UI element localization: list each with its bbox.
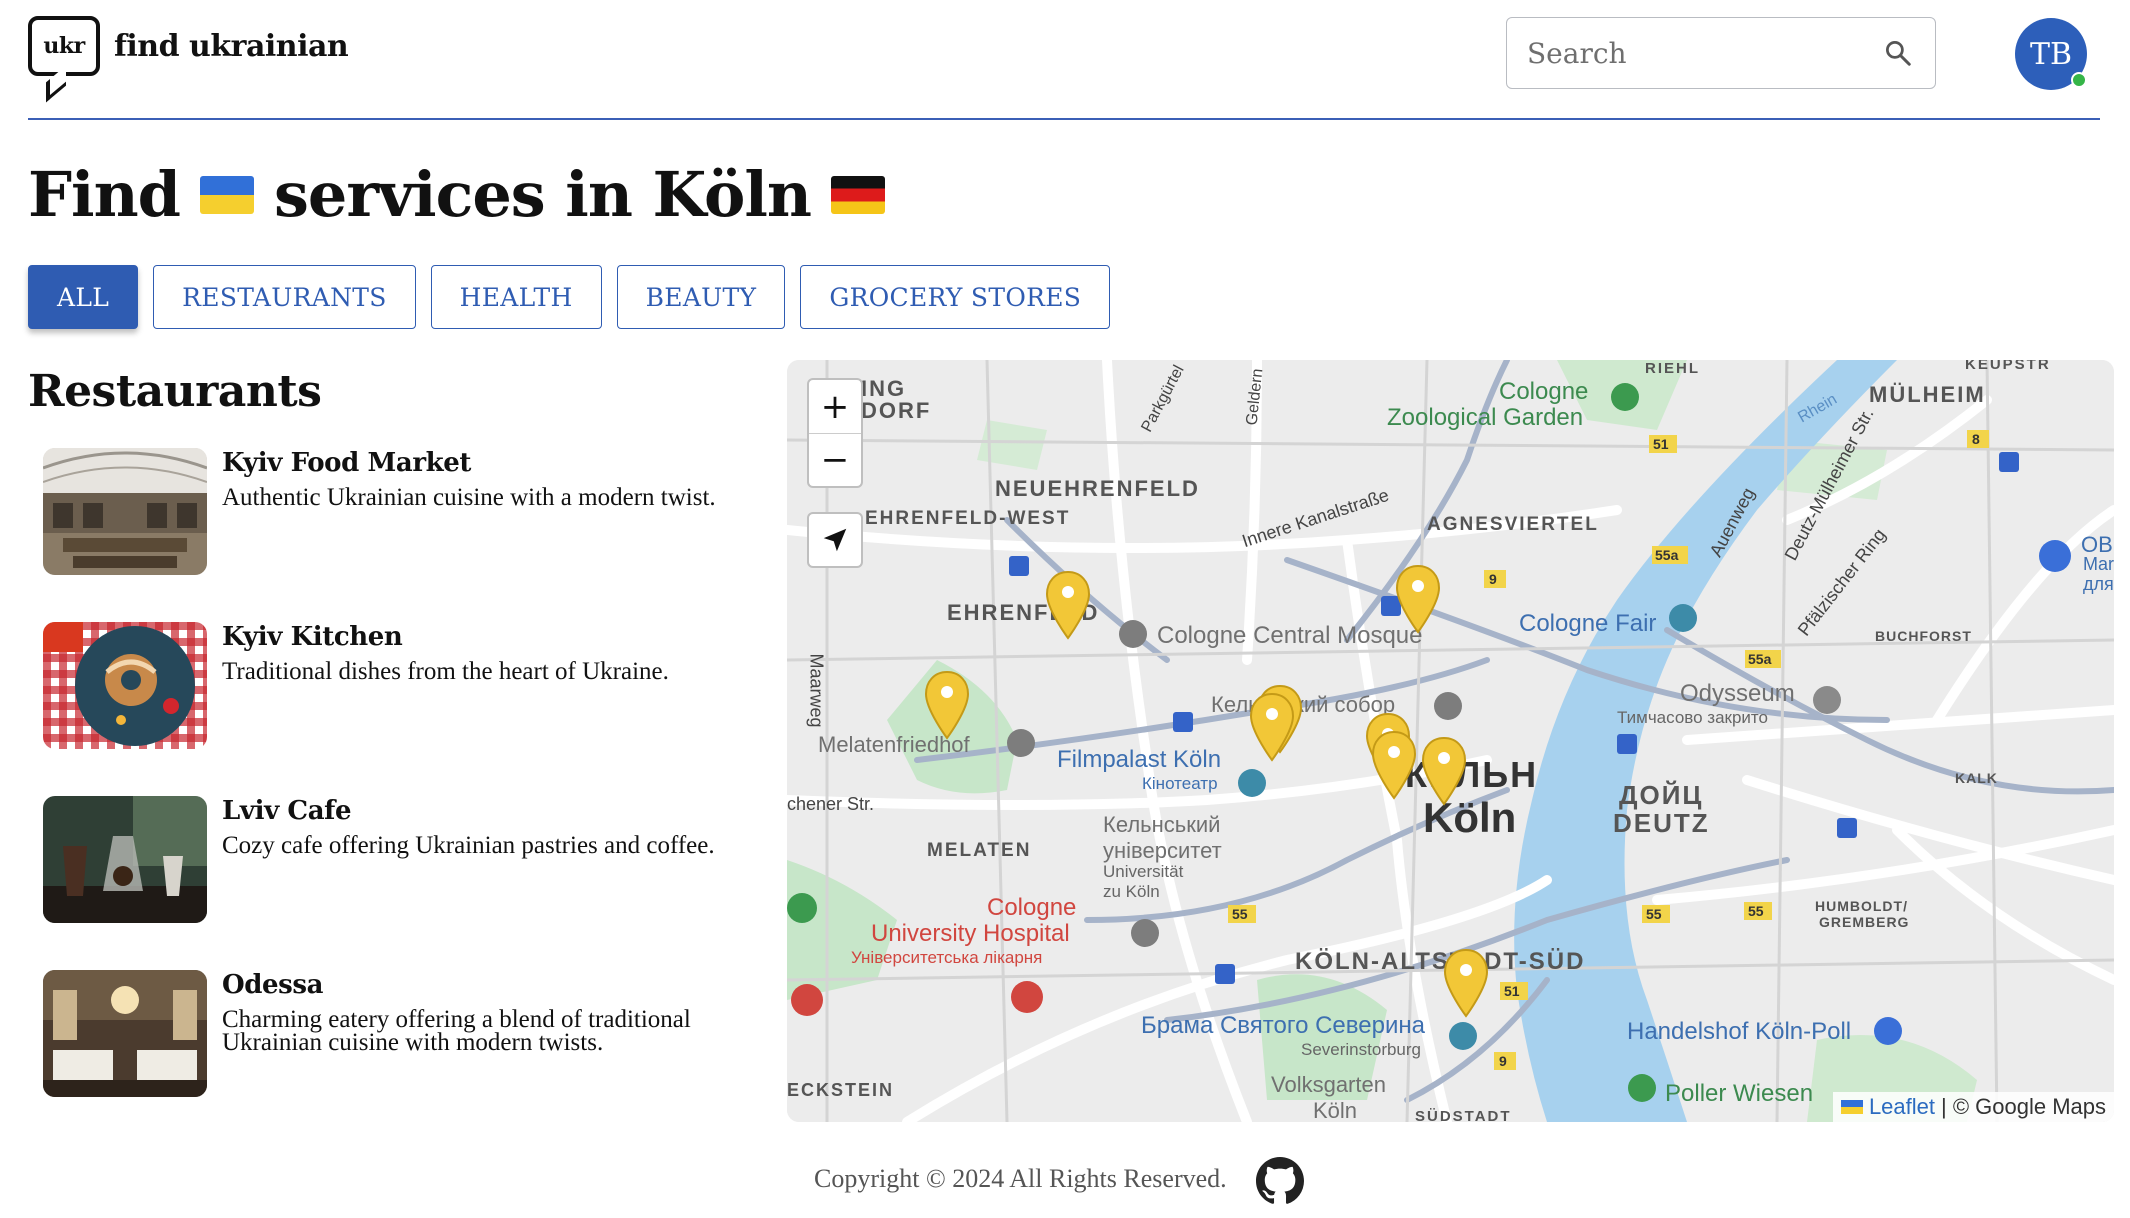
logo-badge-text: ukr	[43, 33, 85, 59]
restaurant-description: Traditional dishes from the heart of Ukr…	[222, 658, 669, 685]
restaurant-item[interactable]: Kyiv Kitchen Traditional dishes from the…	[43, 622, 763, 796]
restaurant-name[interactable]: Kyiv Food Market	[222, 448, 762, 478]
restaurant-name[interactable]: Kyiv Kitchen	[222, 622, 762, 652]
title-middle: services in Köln	[274, 158, 812, 231]
restaurant-name[interactable]: Lviv Cafe	[222, 796, 762, 826]
restaurant-description: Authentic Ukrainian cuisine with a moder…	[222, 484, 716, 511]
svg-text:9: 9	[1499, 1053, 1507, 1069]
locate-arrow-icon	[823, 528, 847, 552]
restaurant-description: Charming eatery offering a blend of trad…	[222, 1006, 691, 1056]
tab-beauty[interactable]: BEAUTY	[616, 265, 786, 329]
online-status-dot	[2071, 72, 2087, 88]
svg-text:55: 55	[1646, 906, 1662, 922]
ukraine-flag-icon	[1840, 1100, 1863, 1114]
zoom-in-icon[interactable]: +	[809, 380, 861, 433]
svg-text:51: 51	[1504, 983, 1520, 999]
svg-text:8: 8	[1972, 431, 1980, 447]
logo-text: find ukrainian	[114, 28, 349, 64]
restaurant-info: Lviv Cafe Cozy cafe offering Ukrainian p…	[222, 796, 762, 859]
restaurant-name[interactable]: Odessa	[222, 970, 762, 1000]
map-marker-icon[interactable]	[1395, 564, 1441, 634]
svg-text:9: 9	[1489, 571, 1497, 587]
speech-bubble-logo-icon: ukr	[28, 16, 100, 103]
tab-health[interactable]: HEALTH	[430, 265, 602, 329]
restaurant-thumbnail	[43, 622, 207, 749]
tab-all[interactable]: ALL	[28, 265, 139, 329]
user-avatar[interactable]: TB	[2015, 18, 2087, 90]
copyright-text: Copyright © 2024 All Rights Reserved.	[814, 1164, 1227, 1193]
tab-grocery-stores[interactable]: GROCERY STORES	[800, 265, 1111, 329]
restaurant-info: Kyiv Food Market Authentic Ukrainian cui…	[222, 448, 762, 511]
search-input[interactable]	[1527, 32, 1867, 74]
restaurant-item[interactable]: Kyiv Food Market Authentic Ukrainian cui…	[43, 448, 763, 622]
search-box	[1506, 17, 1936, 89]
germany-flag-icon	[831, 175, 886, 214]
svg-text:51: 51	[1653, 436, 1669, 452]
leaflet-link[interactable]: Leaflet	[1869, 1094, 1935, 1120]
map-marker-icon[interactable]	[1249, 692, 1295, 762]
attribution-text: | © Google Maps	[1941, 1094, 2106, 1119]
restaurant-list: Kyiv Food Market Authentic Ukrainian cui…	[43, 448, 763, 1144]
restaurant-item[interactable]: Lviv Cafe Cozy cafe offering Ukrainian p…	[43, 796, 763, 970]
map[interactable]: 51 8 55a 9 55a 55 55 55 51 9 ING DORF NE…	[787, 360, 2114, 1122]
zoom-out-icon[interactable]: −	[809, 433, 861, 486]
zoom-control: + −	[807, 378, 863, 488]
restaurant-item[interactable]: Odessa Charming eatery offering a blend …	[43, 970, 763, 1144]
restaurant-thumbnail	[43, 448, 207, 575]
svg-text:55: 55	[1748, 903, 1764, 919]
svg-text:55a: 55a	[1748, 651, 1772, 667]
map-marker-icon[interactable]	[1421, 736, 1467, 806]
map-marker-icon[interactable]	[1045, 570, 1091, 640]
svg-text:55: 55	[1232, 906, 1248, 922]
tab-restaurants[interactable]: RESTAURANTS	[153, 265, 416, 329]
logo-tail	[46, 65, 66, 103]
map-attribution: Leaflet | © Google Maps	[1832, 1092, 2114, 1122]
restaurant-info: Odessa Charming eatery offering a blend …	[222, 970, 762, 1056]
map-marker-icon[interactable]	[1443, 948, 1489, 1018]
github-icon[interactable]	[1256, 1157, 1304, 1205]
category-tabs: ALL RESTAURANTS HEALTH BEAUTY GROCERY ST…	[28, 265, 1111, 329]
restaurant-info: Kyiv Kitchen Traditional dishes from the…	[222, 622, 762, 685]
avatar-initials: TB	[2029, 36, 2073, 72]
map-marker-icon[interactable]	[924, 670, 970, 740]
top-header: ukr find ukrainian TB	[28, 0, 2100, 120]
svg-text:55a: 55a	[1655, 547, 1679, 563]
restaurant-thumbnail	[43, 796, 207, 923]
ukraine-flag-icon	[200, 175, 254, 214]
search-icon[interactable]	[1883, 38, 1913, 68]
logo[interactable]: ukr find ukrainian	[28, 16, 349, 103]
title-prefix: Find	[28, 158, 181, 231]
page-title: Find services in Köln	[28, 158, 905, 231]
restaurant-description: Cozy cafe offering Ukrainian pastries an…	[222, 832, 715, 859]
restaurant-thumbnail	[43, 970, 207, 1097]
map-marker-icon[interactable]	[1371, 730, 1417, 800]
section-title: Restaurants	[28, 366, 322, 417]
locate-button[interactable]	[807, 512, 863, 568]
